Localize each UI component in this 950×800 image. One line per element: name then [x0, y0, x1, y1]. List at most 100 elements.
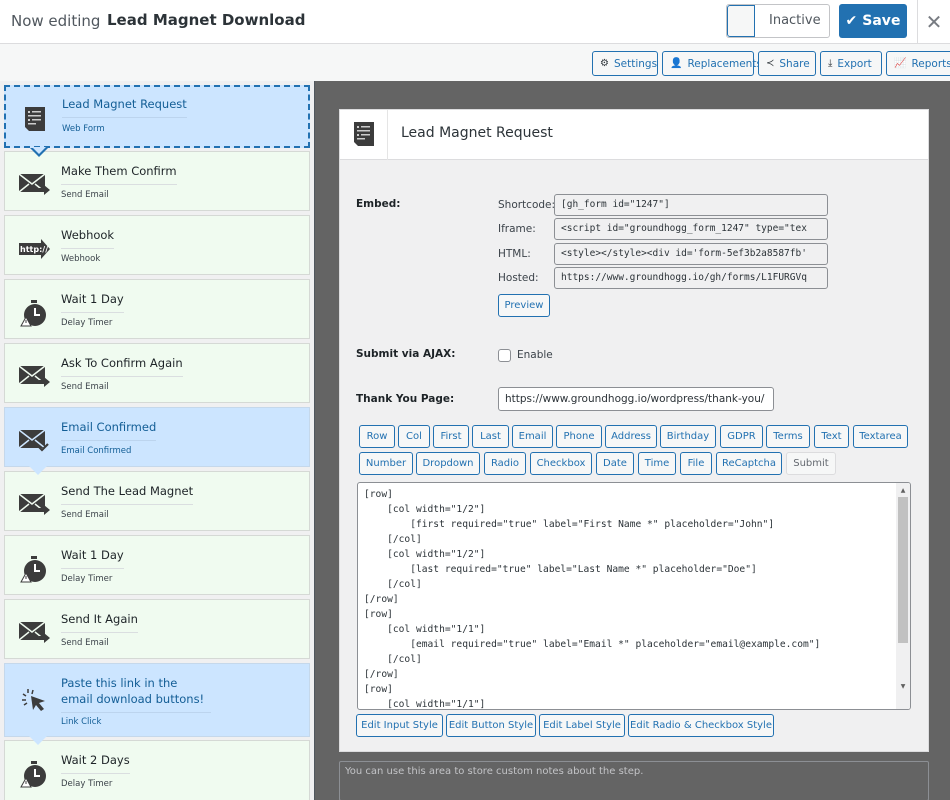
step-send-it-again[interactable]: Send It Again Send Email — [4, 599, 310, 659]
edit-radio-checkbox-style-button[interactable]: Edit Radio & Checkbox Style — [628, 714, 774, 737]
status-toggle-label: Inactive — [769, 13, 821, 28]
scroll-up-icon[interactable]: ▲ — [896, 483, 910, 497]
scroll-thumb[interactable] — [898, 497, 908, 643]
preview-button[interactable]: Preview — [498, 294, 550, 317]
share-button[interactable]: ≺ Share — [758, 51, 816, 76]
editor-header: Now editing Lead Magnet Download Inactiv… — [0, 0, 950, 44]
iframe-label: Iframe: — [498, 223, 536, 235]
settings-label: Settings — [613, 57, 658, 70]
step-type: Delay Timer — [61, 779, 113, 789]
step-name: Send It Again — [61, 611, 138, 633]
field-button-email[interactable]: Email — [512, 425, 553, 448]
ajax-label: Submit via AJAX: — [356, 348, 456, 360]
status-toggle[interactable]: Inactive — [726, 4, 830, 38]
field-button-terms[interactable]: Terms — [766, 425, 810, 448]
field-button-last[interactable]: Last — [472, 425, 509, 448]
step-type: Web Form — [62, 124, 105, 134]
reports-label: Reports — [911, 57, 950, 70]
step-name: Email Confirmed — [61, 419, 157, 441]
delay-timer-icon — [17, 757, 51, 791]
replacements-label: Replacements — [687, 57, 762, 70]
embed-label: Embed: — [356, 198, 401, 210]
step-name: Lead Magnet Request — [62, 96, 187, 118]
field-button-address[interactable]: Address — [605, 425, 657, 448]
field-button-textarea[interactable]: Textarea — [853, 425, 908, 448]
field-button-gdpr[interactable]: GDPR — [720, 425, 763, 448]
step-pointer — [29, 736, 47, 745]
export-button[interactable]: ⤓ Export — [820, 51, 882, 76]
save-label: Save — [862, 13, 901, 29]
save-button[interactable]: ✔ Save — [839, 4, 907, 38]
scroll-down-icon[interactable]: ▼ — [896, 679, 910, 693]
close-button[interactable]: ✕ — [917, 0, 950, 44]
field-button-time[interactable]: Time — [638, 452, 676, 475]
web-form-icon — [18, 103, 52, 137]
field-button-file[interactable]: File — [680, 452, 712, 475]
code-scrollbar[interactable]: ▲ ▼ — [896, 483, 910, 709]
check-icon: ✔ — [845, 13, 858, 29]
step-webhook[interactable]: http:// Webhook Webhook — [4, 215, 310, 275]
edit-button-style-button[interactable]: Edit Button Style — [446, 714, 536, 737]
reports-button[interactable]: 📈 Reports — [886, 51, 950, 76]
field-button-submit[interactable]: Submit — [786, 452, 836, 475]
now-editing-label: Now editing — [11, 12, 101, 30]
step-wait-1-day-2[interactable]: Wait 1 Day Delay Timer — [4, 535, 310, 595]
thank-you-label: Thank You Page: — [356, 393, 455, 405]
step-name: Wait 1 Day — [61, 547, 124, 569]
user-icon: 👤 — [670, 58, 683, 69]
edit-input-style-button[interactable]: Edit Input Style — [356, 714, 443, 737]
hosted-field[interactable]: https://www.groundhogg.io/gh/forms/L1FUR… — [554, 267, 828, 289]
field-button-row[interactable]: Row — [359, 425, 395, 448]
field-button-birthday[interactable]: Birthday — [660, 425, 716, 448]
thank-you-page-input[interactable]: https://www.groundhogg.io/wordpress/than… — [498, 387, 774, 411]
form-code-editor[interactable]: [row] [col width="1/2"] [first required=… — [357, 482, 911, 710]
field-button-checkbox[interactable]: Checkbox — [530, 452, 592, 475]
field-button-recaptcha[interactable]: ReCaptcha — [716, 452, 782, 475]
field-button-phone[interactable]: Phone — [556, 425, 602, 448]
field-button-radio[interactable]: Radio — [484, 452, 526, 475]
settings-button[interactable]: ⚙ Settings — [592, 51, 658, 76]
panel-title: Lead Magnet Request — [401, 125, 553, 141]
field-button-first[interactable]: First — [433, 425, 469, 448]
svg-text:http://: http:// — [20, 245, 48, 254]
shortcode-field[interactable]: [gh_form id="1247"] — [554, 194, 828, 216]
step-ask-to-confirm-again[interactable]: Ask To Confirm Again Send Email — [4, 343, 310, 403]
panel-header: Lead Magnet Request — [340, 110, 928, 160]
email-confirmed-icon — [17, 424, 51, 458]
step-notes-textarea[interactable]: You can use this area to store custom no… — [339, 761, 929, 800]
step-type: Webhook — [61, 254, 101, 264]
step-lead-magnet-request[interactable]: Lead Magnet Request Web Form — [4, 85, 310, 157]
step-email-confirmed[interactable]: Email Confirmed Email Confirmed — [4, 407, 310, 475]
ajax-enable-label: Enable — [517, 349, 553, 361]
replacements-button[interactable]: 👤 Replacements — [662, 51, 762, 76]
ajax-enable-checkbox[interactable] — [498, 349, 511, 362]
step-type: Send Email — [61, 382, 109, 392]
step-type: Send Email — [61, 638, 109, 648]
iframe-field[interactable]: <script id="groundhogg_form_1247" type="… — [554, 218, 828, 240]
step-name: Make Them Confirm — [61, 163, 177, 185]
step-type: Link Click — [61, 717, 102, 727]
funnel-title[interactable]: Lead Magnet Download — [107, 11, 305, 29]
close-icon: ✕ — [925, 10, 943, 34]
field-button-number[interactable]: Number — [359, 452, 413, 475]
send-email-icon — [17, 168, 51, 202]
step-pointer — [30, 147, 48, 157]
step-link-click[interactable]: Paste this link in the email download bu… — [4, 663, 310, 745]
webhook-icon: http:// — [17, 232, 51, 266]
step-name: Paste this link in the email download bu… — [61, 675, 211, 713]
html-label: HTML: — [498, 248, 531, 260]
step-wait-2-days[interactable]: Wait 2 Days Delay Timer — [4, 740, 310, 800]
export-icon: ⤓ — [828, 58, 833, 69]
field-button-date[interactable]: Date — [596, 452, 634, 475]
step-wait-1-day[interactable]: Wait 1 Day Delay Timer — [4, 279, 310, 339]
step-send-the-lead-magnet[interactable]: Send The Lead Magnet Send Email — [4, 471, 310, 531]
field-button-col[interactable]: Col — [398, 425, 430, 448]
edit-label-style-button[interactable]: Edit Label Style — [539, 714, 625, 737]
step-settings-panel: Lead Magnet Request Embed: Shortcode: [g… — [339, 109, 929, 752]
send-email-icon — [17, 616, 51, 650]
field-button-text[interactable]: Text — [814, 425, 849, 448]
field-button-dropdown[interactable]: Dropdown — [416, 452, 480, 475]
step-make-them-confirm[interactable]: Make Them Confirm Send Email — [4, 151, 310, 211]
step-editor-canvas: Lead Magnet Request Embed: Shortcode: [g… — [314, 81, 950, 800]
html-field[interactable]: <style></style><div id='form-5ef3b2a8587… — [554, 243, 828, 265]
